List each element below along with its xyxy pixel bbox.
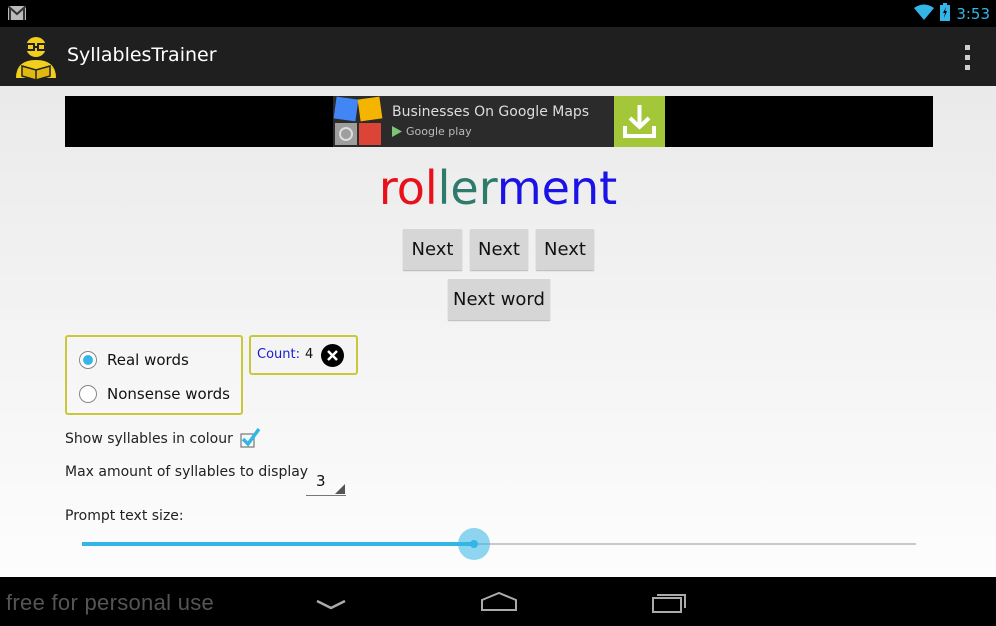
show-colour-checkbox[interactable]: [240, 427, 261, 448]
action-bar: SyllablesTrainer: [0, 27, 996, 86]
overflow-menu-icon[interactable]: [957, 42, 977, 70]
radio-button-real-words[interactable]: [79, 351, 97, 369]
dropdown-arrow-icon: [335, 484, 345, 494]
status-time: 3:53: [956, 5, 990, 23]
next-syllable-2-button[interactable]: Next: [470, 229, 528, 270]
download-icon[interactable]: [614, 96, 665, 147]
max-syllables-spinner[interactable]: 3: [306, 466, 346, 496]
next-syllable-3-button[interactable]: Next: [536, 229, 594, 270]
navigation-bar: free for personal use: [0, 577, 996, 626]
next-word-button[interactable]: Next word: [448, 279, 550, 320]
count-box: Count: 4: [249, 335, 358, 375]
status-indicators: 3:53: [914, 3, 990, 25]
syllable-2: ler: [437, 161, 497, 215]
google-maps-logo-icon: [333, 96, 384, 147]
main-content: Businesses On Google Maps Google play ro…: [0, 86, 996, 577]
status-bar: 3:53: [0, 0, 996, 27]
syllable-1: rol: [378, 161, 438, 215]
ad-title: Businesses On Google Maps: [392, 104, 590, 120]
app-title: SyllablesTrainer: [67, 44, 217, 66]
prompt-word: rollerment: [0, 160, 996, 216]
google-play-icon: [392, 126, 402, 137]
home-icon[interactable]: [479, 589, 519, 615]
prompt-size-slider[interactable]: [82, 528, 916, 560]
radio-label-real-words: Real words: [107, 351, 189, 369]
next-syllable-1-button[interactable]: Next: [403, 229, 462, 270]
count-value: 4: [305, 347, 314, 362]
radio-real-words[interactable]: Real words: [79, 348, 189, 372]
ad-banner[interactable]: Businesses On Google Maps Google play: [65, 96, 933, 147]
battery-icon: [940, 3, 951, 25]
ad-content[interactable]: Businesses On Google Maps Google play: [333, 96, 665, 147]
reset-count-button[interactable]: [321, 344, 344, 367]
close-icon: [327, 350, 338, 361]
radio-button-nonsense-words[interactable]: [79, 385, 97, 403]
google-play-badge: Google play: [392, 125, 472, 138]
show-colour-label: Show syllables in colour: [65, 431, 233, 447]
radio-nonsense-words[interactable]: Nonsense words: [79, 382, 230, 406]
slider-thumb[interactable]: [457, 528, 490, 560]
count-label: Count:: [257, 347, 300, 362]
ad-store-label: Google play: [406, 125, 472, 138]
slider-fill: [82, 542, 474, 546]
max-syllables-label: Max amount of syllables to display: [65, 464, 309, 480]
max-syllables-value: 3: [316, 472, 326, 490]
recent-apps-icon[interactable]: [649, 589, 689, 615]
gmail-icon: [7, 5, 27, 20]
wifi-icon: [914, 4, 935, 24]
app-icon[interactable]: [12, 34, 60, 81]
word-type-radio-group: Real words Nonsense words: [65, 335, 243, 415]
back-icon[interactable]: [311, 589, 351, 615]
syllable-3: ment: [496, 161, 618, 215]
radio-label-nonsense-words: Nonsense words: [107, 385, 230, 403]
watermark: free for personal use: [6, 590, 215, 615]
checkmark-icon: [240, 427, 261, 448]
prompt-size-label: Prompt text size:: [65, 508, 184, 524]
